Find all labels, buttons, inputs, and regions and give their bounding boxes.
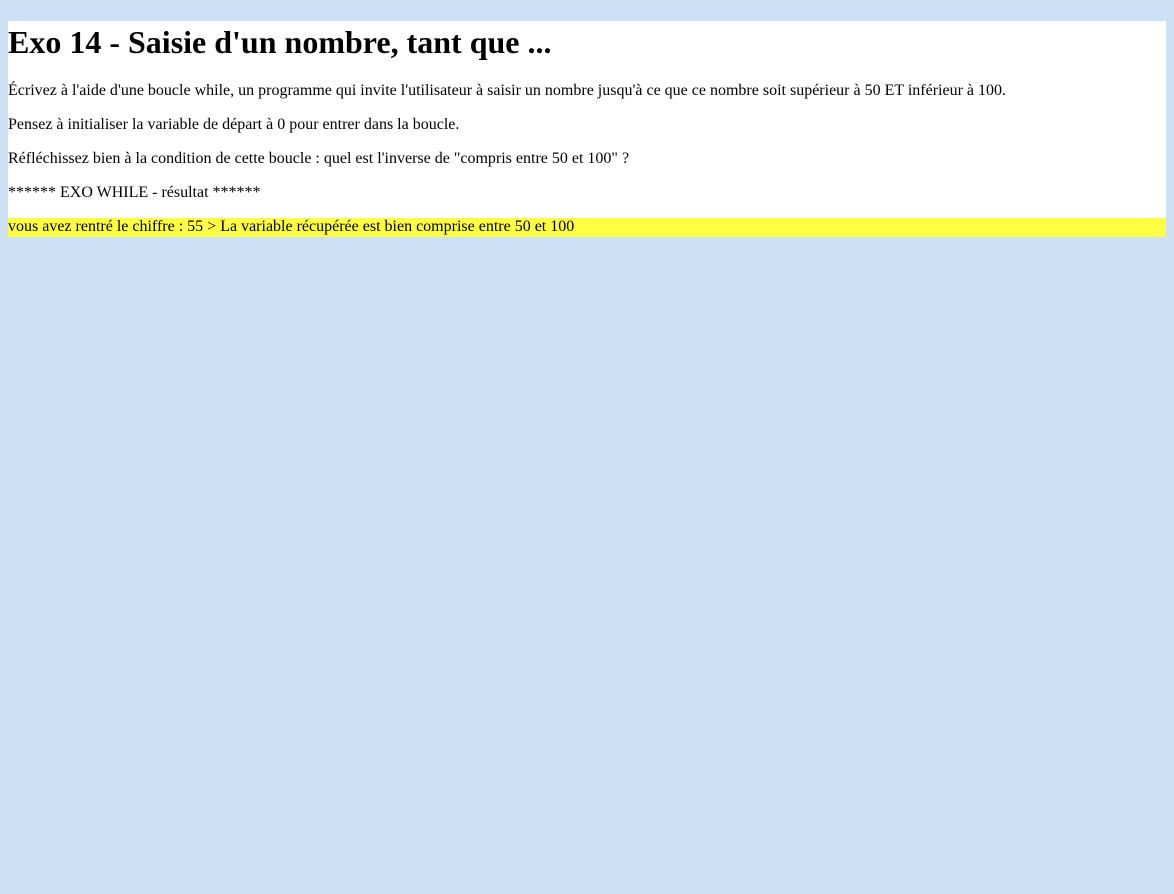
result-header: ****** EXO WHILE - résultat ****** — [8, 184, 261, 201]
result-message: vous avez rentré le chiffre : 55 > La va… — [8, 218, 1166, 237]
content-panel: Exo 14 - Saisie d'un nombre, tant que ..… — [8, 21, 1166, 237]
instruction-paragraph-3: Réfléchissez bien à la condition de cett… — [8, 150, 630, 167]
instruction-paragraph-2: Pensez à initialiser la variable de dépa… — [8, 116, 460, 133]
page-title: Exo 14 - Saisie d'un nombre, tant que ..… — [8, 24, 552, 60]
instruction-paragraph-1: Écrivez à l'aide d'une boucle while, un … — [8, 82, 1007, 99]
